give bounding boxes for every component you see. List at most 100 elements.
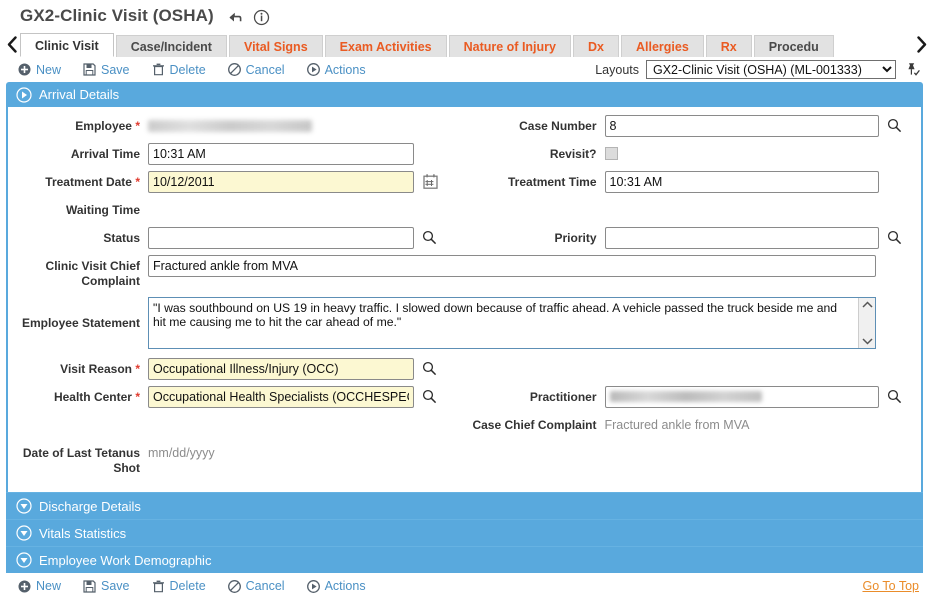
form-row-tetanus: Date of Last Tetanus Shot mm/dd/yyyy (8, 442, 921, 476)
revisit-label: Revisit? (549, 147, 597, 161)
tab-label: Allergies (635, 40, 689, 54)
tab-label: Vital Signs (243, 40, 308, 54)
arrival-time-label: Arrival Time (70, 147, 140, 161)
return-arrow-icon[interactable] (226, 9, 243, 26)
title-icon-group (226, 7, 270, 26)
treatment-date-input[interactable] (148, 171, 414, 193)
trash-icon (152, 580, 165, 593)
chief-complaint-input[interactable] (148, 255, 876, 277)
employee-statement-label: Employee Statement (21, 316, 140, 330)
textarea-scrollbar[interactable] (858, 298, 875, 348)
section-header-vitals-statistics[interactable]: Vitals Statistics (6, 519, 923, 546)
tab-nature-of-injury[interactable]: Nature of Injury (448, 35, 571, 57)
cancel-label: Cancel (245, 579, 285, 593)
employee-statement-textarea[interactable]: "I was southbound on US 19 in heavy traf… (148, 297, 876, 349)
revisit-checkbox[interactable] (604, 147, 618, 160)
new-button-bottom[interactable]: New (18, 579, 61, 593)
layouts-group: Layouts GX2-Clinic Visit (OSHA) (ML-0013… (595, 60, 921, 79)
tab-allergies[interactable]: Allergies (620, 35, 704, 57)
search-icon[interactable] (422, 361, 437, 376)
new-button[interactable]: New (18, 63, 61, 77)
section-header-arrival-details[interactable]: Arrival Details (6, 82, 923, 107)
cancel-button-bottom[interactable]: Cancel (227, 579, 285, 593)
tab-clinic-visit[interactable]: Clinic Visit (20, 33, 114, 57)
info-icon[interactable] (253, 9, 270, 26)
search-icon[interactable] (422, 389, 437, 404)
practitioner-input[interactable] (604, 386, 879, 408)
health-center-input[interactable] (148, 386, 414, 408)
section-title: Arrival Details (39, 87, 120, 102)
visit-reason-input[interactable] (148, 358, 414, 380)
employee-statement-text: "I was southbound on US 19 in heavy traf… (153, 301, 838, 329)
field-revisit: Revisit? (465, 143, 922, 165)
arrival-time-input[interactable] (148, 143, 414, 165)
field-case-number: Case Number (465, 115, 922, 137)
tabs-scroll-right-icon[interactable] (913, 32, 929, 57)
page-title: GX2-Clinic Visit (OSHA) (20, 6, 214, 25)
collapse-triangle-icon (16, 525, 32, 541)
status-label: Status (103, 231, 140, 245)
employee-label-text: Employee (75, 119, 132, 133)
tab-label: Case/Incident (130, 40, 212, 54)
treatment-time-input[interactable] (604, 171, 879, 193)
expand-triangle-icon (16, 86, 32, 103)
field-arrival-time: Arrival Time (8, 143, 465, 165)
tabs-scroll-left-icon[interactable] (4, 32, 20, 57)
search-icon[interactable] (887, 118, 902, 133)
scroll-down-icon (861, 338, 873, 345)
search-icon[interactable] (887, 389, 902, 404)
practitioner-label: Practitioner (529, 390, 597, 404)
section-header-employee-work-demographic[interactable]: Employee Work Demographic (6, 546, 923, 573)
tab-rx[interactable]: Rx (705, 35, 752, 57)
field-case-chief-complaint: Case Chief Complaint Fractured ankle fro… (465, 414, 922, 436)
pin-check-icon[interactable] (903, 61, 921, 79)
treatment-time-label: Treatment Time (508, 175, 597, 189)
cancel-button[interactable]: Cancel (227, 62, 285, 77)
status-input[interactable] (148, 227, 414, 249)
tab-dx[interactable]: Dx (572, 35, 619, 57)
visit-reason-label: Visit Reason * (8, 358, 148, 380)
layouts-label: Layouts (595, 62, 639, 77)
collapse-triangle-icon (16, 552, 32, 568)
form-row-arrival-revisit: Arrival Time Revisit? (8, 143, 921, 165)
section-title: Discharge Details (39, 498, 141, 514)
tab-procedures[interactable]: Procedu (753, 35, 834, 57)
tab-exam-activities[interactable]: Exam Activities (324, 35, 447, 57)
required-marker: * (135, 362, 140, 376)
tab-case-incident[interactable]: Case/Incident (115, 35, 227, 57)
case-number-input[interactable] (604, 115, 879, 137)
go-to-top-link[interactable]: Go To Top (862, 579, 919, 593)
save-button[interactable]: Save (83, 63, 130, 77)
field-status: Status (8, 227, 465, 249)
delete-button[interactable]: Delete (152, 63, 206, 77)
plus-circle-icon (18, 63, 31, 76)
tetanus-label: Date of Last Tetanus Shot (22, 446, 140, 475)
layouts-select[interactable]: GX2-Clinic Visit (OSHA) (ML-001333) (646, 60, 896, 79)
chief-complaint-label: Clinic Visit Chief Complaint (45, 259, 140, 288)
treatment-date-label-text: Treatment Date (45, 175, 132, 189)
form-row-waiting-time: Waiting Time (8, 199, 921, 221)
tabs-container: Clinic Visit Case/Incident Vital Signs E… (20, 33, 913, 57)
delete-label: Delete (169, 579, 206, 593)
delete-button-bottom[interactable]: Delete (152, 579, 206, 593)
search-icon[interactable] (422, 230, 437, 245)
cancel-label: Cancel (245, 62, 285, 77)
actions-button-bottom[interactable]: Actions (306, 579, 366, 593)
tab-vital-signs[interactable]: Vital Signs (228, 35, 323, 57)
scroll-up-icon (861, 301, 873, 308)
form-row-health-center-practitioner: Health Center * Practitioner (8, 386, 921, 408)
cancel-circle-icon (227, 63, 241, 76)
field-priority: Priority (465, 227, 922, 249)
search-icon[interactable] (887, 230, 902, 245)
section-header-discharge-details[interactable]: Discharge Details (6, 492, 923, 519)
health-center-label-text: Health Center (53, 390, 132, 404)
save-button-bottom[interactable]: Save (83, 579, 130, 593)
field-visit-reason: Visit Reason * (8, 358, 472, 380)
visit-reason-label-text: Visit Reason (60, 362, 132, 376)
section-title: Vitals Statistics (39, 525, 127, 541)
actions-button[interactable]: Actions (306, 63, 366, 77)
priority-input[interactable] (604, 227, 879, 249)
top-toolbar: New Save Delete Cancel Actions Layouts G… (0, 57, 929, 82)
form-row-employee-case: Employee * Case Number (8, 115, 921, 137)
calendar-icon[interactable] (422, 173, 439, 190)
